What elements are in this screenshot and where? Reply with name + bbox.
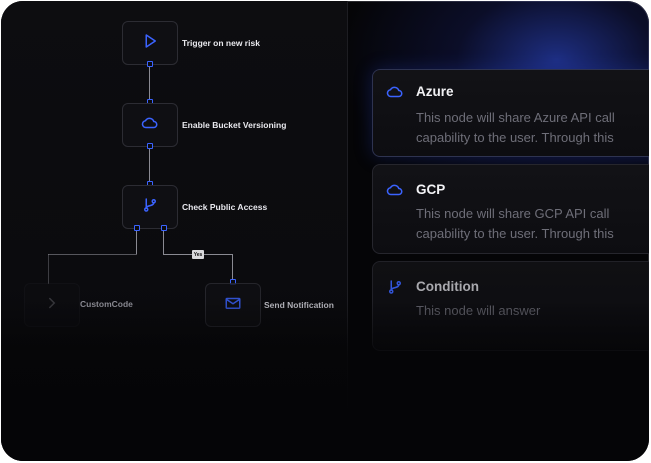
output-port[interactable] <box>147 143 153 149</box>
output-port[interactable] <box>161 225 167 231</box>
app-frame: Trigger on new risk Enable Bucket Versio… <box>1 1 649 461</box>
workflow-node-label: CustomCode <box>80 299 133 309</box>
description-line: capability to the user. Through this <box>416 226 614 241</box>
node-card-description: This node will share GCP API call capabi… <box>416 204 649 244</box>
git-branch-icon <box>386 278 404 296</box>
connector-line <box>149 149 150 182</box>
workflow-node-trigger[interactable] <box>122 21 178 65</box>
workflow-node-label: Send Notification <box>264 300 334 310</box>
connector-line <box>232 254 233 279</box>
cloud-icon <box>141 114 159 137</box>
description-line: capability to the user. Through this <box>416 130 614 145</box>
workflow-node-send-notification[interactable] <box>205 283 261 327</box>
workflow-node-custom-code[interactable] <box>24 283 80 327</box>
node-card-title: GCP <box>416 182 446 197</box>
branch-yes-tag: Yes <box>192 250 204 259</box>
output-port[interactable] <box>134 225 140 231</box>
connector-line <box>149 67 150 100</box>
play-icon <box>141 32 159 55</box>
cloud-icon <box>386 181 404 199</box>
workflow-node-check-public-access[interactable] <box>122 185 178 229</box>
description-line: This node will answer <box>416 303 541 318</box>
workflow-node-label: Check Public Access <box>182 202 268 212</box>
workflow-node-bucket-versioning[interactable] <box>122 103 178 147</box>
connector-line <box>48 254 49 284</box>
connector-line <box>48 254 137 255</box>
node-card-title: Condition <box>416 279 479 294</box>
node-card-azure[interactable]: Azure This node will share Azure API cal… <box>372 69 649 157</box>
node-card-description: This node will answer <box>416 301 649 321</box>
mail-icon <box>224 294 242 317</box>
workflow-node-label: Trigger on new risk <box>182 38 260 48</box>
workflow-node-label: Enable Bucket Versioning <box>182 120 287 130</box>
connector-line <box>163 231 164 255</box>
node-card-condition[interactable]: Condition This node will answer <box>372 261 649 351</box>
chevron-right-icon <box>43 294 61 317</box>
node-card-title: Azure <box>416 84 454 99</box>
node-card-gcp[interactable]: GCP This node will share GCP API call ca… <box>372 164 649 254</box>
description-line: This node will share Azure API call <box>416 110 615 125</box>
workflow-canvas[interactable]: Trigger on new risk Enable Bucket Versio… <box>1 1 348 461</box>
description-line: This node will share GCP API call <box>416 206 610 221</box>
connector-line <box>136 231 137 254</box>
node-card-description: This node will share Azure API call capa… <box>416 108 649 148</box>
cloud-icon <box>386 83 404 101</box>
output-port[interactable] <box>147 61 153 67</box>
git-branch-icon <box>141 196 159 219</box>
